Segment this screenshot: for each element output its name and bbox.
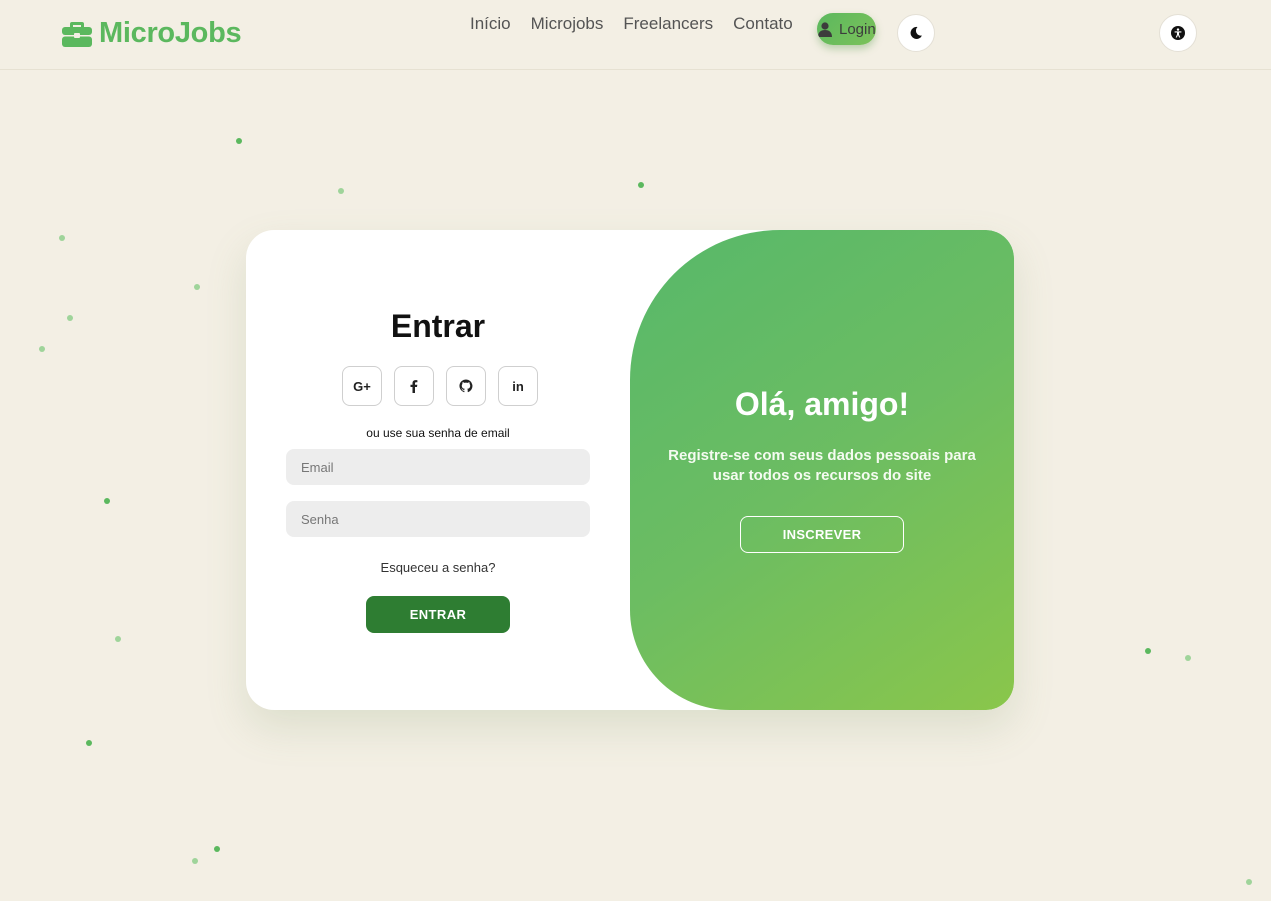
email-field[interactable] xyxy=(286,449,590,485)
welcome-title: Olá, amigo! xyxy=(734,386,910,422)
welcome-panel: Olá, amigo! Registre-se com seus dados p… xyxy=(630,230,1014,710)
linkedin-login-button[interactable]: in xyxy=(498,366,538,406)
login-button[interactable]: Login xyxy=(817,13,876,45)
moon-icon xyxy=(910,26,922,39)
decorative-dot xyxy=(1246,879,1252,885)
password-field[interactable] xyxy=(286,501,590,537)
top-navbar: MicroJobs Início Microjobs Freelancers C… xyxy=(0,0,1271,70)
page: MicroJobs Início Microjobs Freelancers C… xyxy=(0,0,1271,901)
google-plus-icon: G+ xyxy=(353,378,371,394)
decorative-dot xyxy=(86,740,92,746)
decorative-dot xyxy=(67,315,73,321)
decorative-dot xyxy=(1185,655,1191,661)
decorative-dot xyxy=(338,188,344,194)
accessibility-icon xyxy=(1171,26,1185,40)
brand-logo[interactable]: MicroJobs xyxy=(62,16,242,50)
forgot-password-link[interactable]: Esqueceu a senha? xyxy=(246,560,630,575)
main-nav: Início Microjobs Freelancers Contato xyxy=(470,13,813,35)
alternative-login-text: ou use sua senha de email xyxy=(366,426,510,440)
login-panel: Entrar G+ in ou use sua senha de email E… xyxy=(246,230,630,710)
decorative-dot xyxy=(39,346,45,352)
login-label: Login xyxy=(839,20,876,38)
signup-button[interactable]: INSCREVER xyxy=(740,516,904,553)
decorative-dot xyxy=(59,235,65,241)
facebook-login-button[interactable] xyxy=(394,366,434,406)
social-login-group: G+ in xyxy=(342,366,550,406)
user-icon xyxy=(818,21,832,37)
decorative-dot xyxy=(236,138,242,144)
nav-link-inicio[interactable]: Início xyxy=(470,13,511,35)
decorative-dot xyxy=(192,858,198,864)
decorative-dot xyxy=(638,182,644,188)
brand-name: MicroJobs xyxy=(99,16,242,49)
briefcase-icon xyxy=(62,21,92,47)
google-login-button[interactable]: G+ xyxy=(342,366,382,406)
linkedin-icon: in xyxy=(512,378,524,394)
facebook-icon xyxy=(410,380,418,393)
nav-link-contato[interactable]: Contato xyxy=(733,13,793,35)
accessibility-button[interactable] xyxy=(1159,14,1197,52)
decorative-dot xyxy=(104,498,110,504)
login-submit-button[interactable]: ENTRAR xyxy=(366,596,510,633)
decorative-dot xyxy=(214,846,220,852)
login-title: Entrar xyxy=(390,308,486,344)
github-login-button[interactable] xyxy=(446,366,486,406)
welcome-text: Registre-se com seus dados pessoais para… xyxy=(668,447,976,484)
nav-link-freelancers[interactable]: Freelancers xyxy=(623,13,713,35)
decorative-dot xyxy=(115,636,121,642)
github-icon xyxy=(459,379,473,393)
auth-card: Entrar G+ in ou use sua senha de email E… xyxy=(246,230,1014,710)
dark-mode-toggle[interactable] xyxy=(897,14,935,52)
nav-link-microjobs[interactable]: Microjobs xyxy=(531,13,604,35)
decorative-dot xyxy=(1145,648,1151,654)
decorative-dot xyxy=(194,284,200,290)
